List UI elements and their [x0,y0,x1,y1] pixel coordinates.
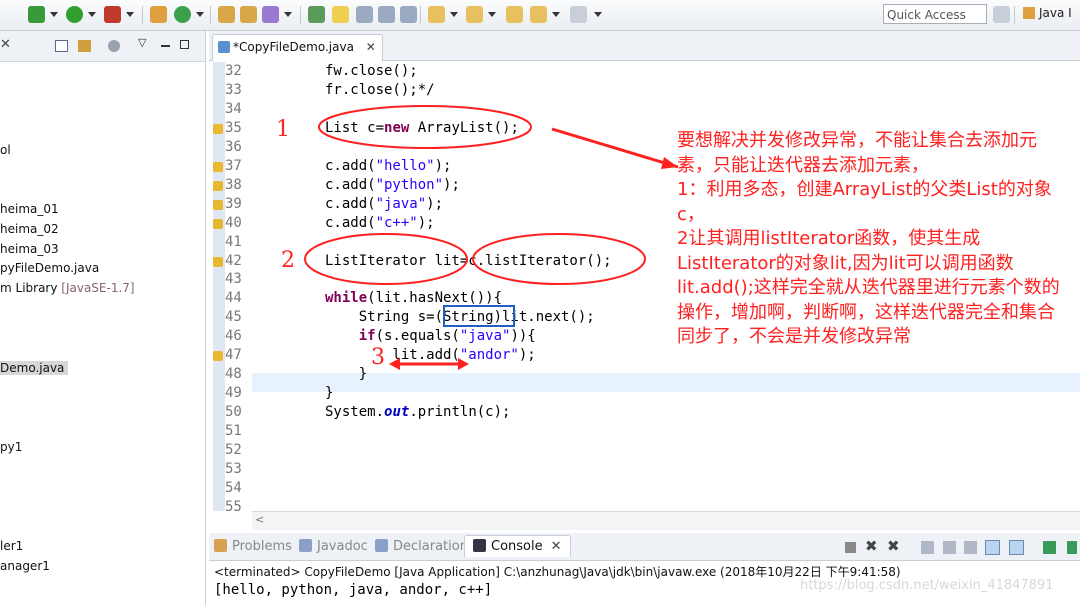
annotation-circle-c-listiterator [472,233,646,285]
annotation-arrow-to-text [551,127,679,169]
annotation-arrowhead-left [389,358,400,370]
annotation-number-2: 2 [281,248,295,273]
annotation-arrowhead-right [458,358,469,370]
annotation-arrowhead-to-text [661,157,678,169]
annotation-circle-list [318,105,532,149]
annotation-explanation: 要想解决并发修改异常，不能让集合去添加元素，只能让迭代器去添加元素， 1：利用多… [677,130,1060,347]
annotation-number-1: 1 [276,117,290,142]
annotation-box-string-cast [443,305,515,327]
annotation-number-3: 3 [371,345,385,370]
annotation-circle-listiterator [304,233,468,285]
